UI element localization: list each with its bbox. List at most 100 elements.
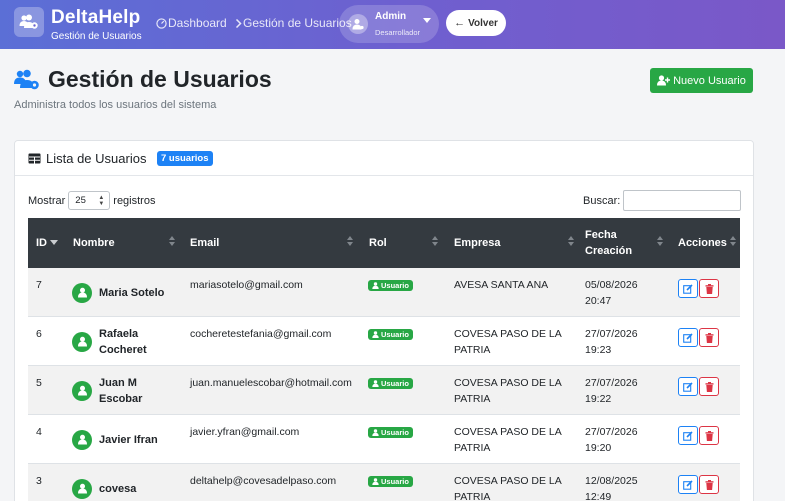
navbar: DeltaHelp Gestión de Usuarios Dashboard …	[0, 0, 785, 49]
user-icon	[372, 478, 379, 485]
user-name: Javier Ifran	[99, 433, 158, 446]
role-badge: Usuario	[368, 329, 413, 340]
delete-button[interactable]	[699, 328, 719, 347]
created-time: 19:23	[585, 344, 612, 356]
cell-company: COVESA PASO DE LA PATRIA	[454, 375, 562, 407]
role-badge: Usuario	[368, 427, 413, 438]
cell-created: 12/08/2025 12:49	[585, 473, 638, 501]
sort-icon	[568, 236, 574, 246]
user-avatar-icon	[72, 429, 92, 450]
sort-icon	[657, 236, 663, 246]
table-row: 3 covesa deltahelp@covesadelpaso.com Usu…	[28, 464, 740, 501]
cell-email: juan.manuelescobar@hotmail.com	[190, 377, 352, 389]
created-time: 19:20	[585, 442, 612, 454]
trash-icon	[705, 381, 713, 392]
edit-button[interactable]	[678, 377, 698, 396]
column-header-id[interactable]: ID	[36, 218, 47, 268]
user-avatar-icon	[72, 282, 92, 303]
column-header-actions: Acciones	[678, 218, 727, 268]
edit-icon	[683, 332, 693, 343]
search-input[interactable]	[623, 190, 742, 211]
column-header-role-label: Rol	[369, 237, 387, 249]
user-avatar-icon	[72, 331, 92, 352]
column-header-email[interactable]: Email	[190, 218, 219, 268]
delete-button[interactable]	[699, 377, 719, 396]
user-icon	[372, 380, 379, 387]
select-arrows-icon: ▲ ▼	[98, 195, 105, 207]
user-avatar-icon	[72, 380, 92, 401]
brand-subtitle: Gestión de Usuarios	[51, 31, 142, 42]
user-avatar-icon	[72, 478, 92, 499]
edit-button[interactable]	[678, 426, 698, 445]
edit-icon	[683, 381, 693, 392]
new-user-button-label: Nuevo Usuario	[673, 74, 746, 87]
cell-email: mariasotelo@gmail.com	[190, 279, 303, 291]
cell-name: Javier Ifran	[72, 415, 171, 464]
trash-icon	[705, 283, 713, 294]
user-name: covesa	[99, 482, 137, 495]
card-title: Lista de Usuarios	[28, 151, 146, 166]
user-role: Desarrollador	[375, 28, 421, 37]
chevron-right-icon	[235, 18, 242, 28]
nav-link-users[interactable]: Gestión de Usuarios	[235, 16, 352, 30]
nav-link-dashboard-label: Dashboard	[168, 16, 227, 30]
column-header-company[interactable]: Empresa	[454, 218, 500, 268]
user-count-badge: 7 usuarios	[157, 151, 213, 166]
table-row: 6 Rafaela Cocheret cocheretestefania@gma…	[28, 317, 740, 366]
company-line2: PATRIA	[454, 491, 491, 501]
column-header-name[interactable]: Nombre	[73, 218, 115, 268]
cell-id: 7	[36, 279, 42, 291]
role-badge-label: Usuario	[381, 379, 409, 388]
column-header-created-line1: Fecha	[585, 229, 617, 241]
back-button[interactable]: ← Volver	[446, 10, 506, 36]
edit-button[interactable]	[678, 475, 698, 494]
company-line1: COVESA PASO DE LA	[454, 475, 562, 487]
page-length-select[interactable]: 25 ▲ ▼	[68, 191, 111, 210]
company-line1: COVESA PASO DE LA	[454, 426, 562, 438]
created-date: 27/07/2026	[585, 426, 638, 438]
role-badge: Usuario	[368, 280, 413, 291]
trash-icon	[705, 479, 713, 490]
user-menu[interactable]: Admin Desarrollador	[339, 5, 439, 43]
company-line2: PATRIA	[454, 344, 491, 356]
sort-desc-icon	[50, 240, 58, 245]
user-icon	[372, 429, 379, 436]
delete-button[interactable]	[699, 426, 719, 445]
created-date: 27/07/2026	[585, 328, 638, 340]
page-title: Gestión de Usuarios	[48, 66, 272, 92]
cell-id: 5	[36, 377, 42, 389]
page-length-value: 25	[75, 195, 86, 206]
edit-button[interactable]	[678, 328, 698, 347]
user-avatar-icon	[348, 14, 368, 34]
trash-icon	[705, 332, 713, 343]
card-header: Lista de Usuarios 7 usuarios	[15, 141, 753, 176]
caret-down-icon	[423, 18, 431, 23]
cell-name: Rafaela Cocheret	[72, 317, 171, 366]
page-header: Gestión de Usuarios	[14, 66, 272, 93]
user-icon	[372, 331, 379, 338]
company-line1: COVESA PASO DE LA	[454, 377, 562, 389]
back-button-label: Volver	[468, 17, 498, 29]
new-user-button[interactable]: Nuevo Usuario	[650, 68, 753, 93]
cell-created: 05/08/2026 20:47	[585, 277, 638, 309]
records-label: registros	[113, 194, 156, 207]
cell-email: javier.yfran@gmail.com	[190, 426, 300, 438]
role-badge-label: Usuario	[381, 330, 409, 339]
user-name: Admin	[375, 11, 407, 22]
company-line1: COVESA PASO DE LA	[454, 328, 562, 340]
column-header-email-label: Email	[190, 237, 220, 249]
column-header-role[interactable]: Rol	[369, 218, 387, 268]
search-control: Buscar:	[583, 190, 742, 211]
delete-button[interactable]	[699, 475, 719, 494]
sort-icon	[347, 236, 353, 246]
users-cog-icon	[14, 69, 39, 89]
edit-icon	[683, 430, 693, 441]
role-badge-label: Usuario	[381, 281, 409, 290]
brand-title[interactable]: DeltaHelp	[51, 7, 140, 29]
column-header-created[interactable]: Fecha Creación	[585, 218, 632, 268]
delete-button[interactable]	[699, 279, 719, 298]
nav-link-dashboard[interactable]: Dashboard	[156, 16, 227, 30]
cell-company: COVESA PASO DE LA PATRIA	[454, 326, 562, 358]
cell-id: 6	[36, 328, 42, 340]
edit-button[interactable]	[678, 279, 698, 298]
